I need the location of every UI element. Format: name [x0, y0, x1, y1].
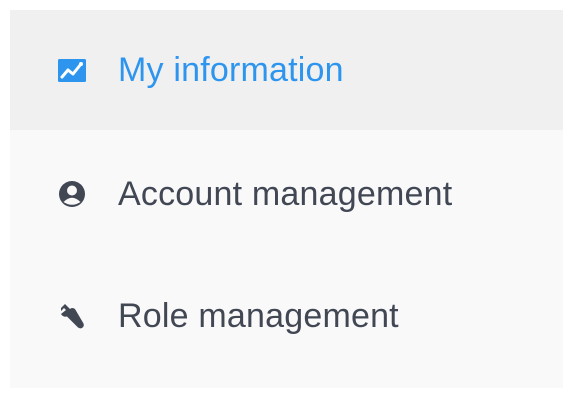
sidebar-item-label: My information — [118, 50, 344, 89]
sidebar-item-account-management[interactable]: Account management — [10, 134, 563, 254]
chart-icon — [56, 54, 88, 86]
sidebar-item-role-management[interactable]: Role management — [10, 256, 563, 376]
sidebar-menu: My information Account management Role m… — [10, 10, 563, 388]
user-circle-icon — [56, 178, 88, 210]
sidebar-item-my-information[interactable]: My information — [10, 10, 563, 130]
sidebar-item-label: Account management — [118, 174, 453, 213]
sidebar-item-label: Role management — [118, 296, 399, 335]
wrench-icon — [56, 300, 88, 332]
